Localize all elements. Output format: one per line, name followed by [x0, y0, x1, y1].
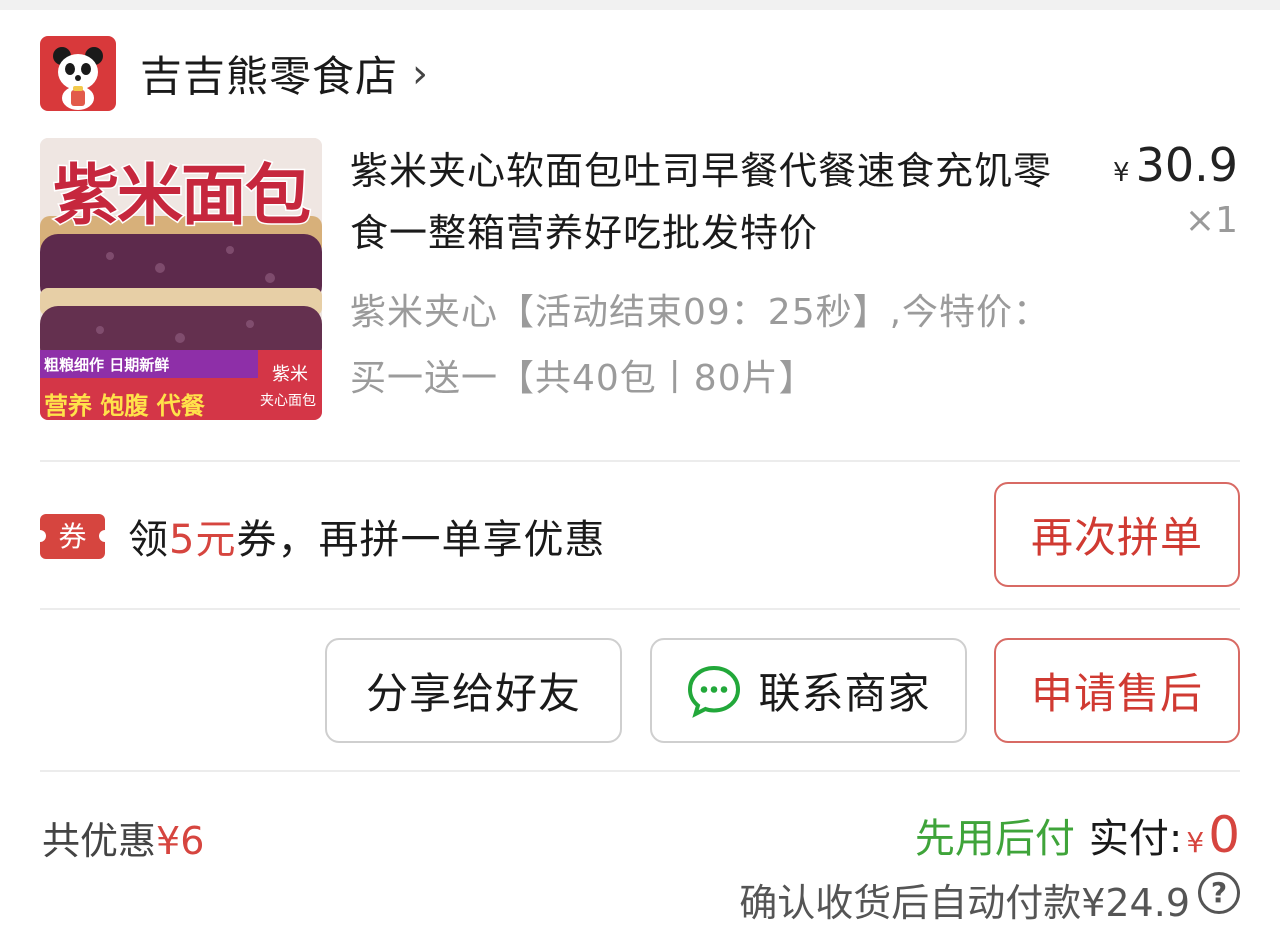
thumbnail-corner-top: 紫米: [272, 364, 308, 385]
divider: [40, 770, 1240, 772]
paid-label: 实付:: [1088, 816, 1183, 862]
shop-header[interactable]: 吉吉熊零食店 ›: [40, 36, 428, 111]
divider: [40, 460, 1240, 462]
discount-label: 共优惠: [42, 819, 157, 863]
price-value: 30.9: [1135, 138, 1238, 192]
chat-bubble-icon: [686, 663, 742, 719]
product-price: ¥30.9: [1113, 138, 1238, 192]
pay-later-label: 先用后付: [914, 816, 1075, 862]
product-spec: 紫米夹心【活动结束09：25秒】,今特价：买一送一【共40包丨80片】: [350, 292, 1051, 399]
thumbnail-headline: 紫米面包: [52, 156, 313, 236]
thumbnail-tagline: 粗粮细作 日期新鲜: [44, 356, 170, 374]
coupon-amount: 5元: [169, 517, 237, 563]
paid-amount: 0: [1208, 806, 1240, 864]
auto-pay-note: 确认收货后自动付款¥24.9: [739, 881, 1190, 925]
product-quantity: ×1: [1184, 200, 1238, 241]
total-discount: 共优惠¥6: [42, 810, 204, 865]
paid-currency: ¥: [1186, 826, 1205, 859]
product-thumbnail[interactable]: 紫米面包 粗粮细作 日期新鲜 营养 饱腹 代餐 紫米 夹心面包: [40, 138, 322, 420]
coupon-badge: 券: [34, 514, 111, 559]
thumbnail-corner-bottom: 夹心面包: [260, 393, 316, 409]
coupon-prefix: 领: [128, 517, 169, 563]
share-button[interactable]: 分享给好友: [325, 638, 622, 743]
contact-seller-button[interactable]: 联系商家: [650, 638, 967, 743]
panda-logo-icon: [40, 36, 116, 111]
reorder-button[interactable]: 再次拼单: [994, 482, 1240, 587]
after-sale-button[interactable]: 申请售后: [994, 638, 1240, 743]
payment-summary: 先用后付 实付: ¥ 0: [915, 806, 1240, 864]
chevron-right-icon: ›: [412, 50, 429, 97]
coupon-suffix: 券，再拼一单享优惠: [236, 517, 606, 563]
divider: [40, 608, 1240, 610]
price-currency: ¥: [1113, 158, 1130, 188]
top-strip: [0, 0, 1280, 10]
thumbnail-bottom-line: 营养 饱腹 代餐: [44, 392, 205, 420]
discount-value: ¥6: [156, 819, 205, 863]
coupon-text: 领5元券，再拼一单享优惠: [128, 507, 605, 565]
question-circle-icon[interactable]: ?: [1198, 872, 1240, 914]
shop-name: 吉吉熊零食店: [140, 52, 399, 101]
product-title[interactable]: 紫米夹心软面包吐司早餐代餐速食充饥零食一整箱营养好吃批发特价: [350, 140, 1080, 264]
contact-seller-label: 联系商家: [758, 669, 931, 718]
